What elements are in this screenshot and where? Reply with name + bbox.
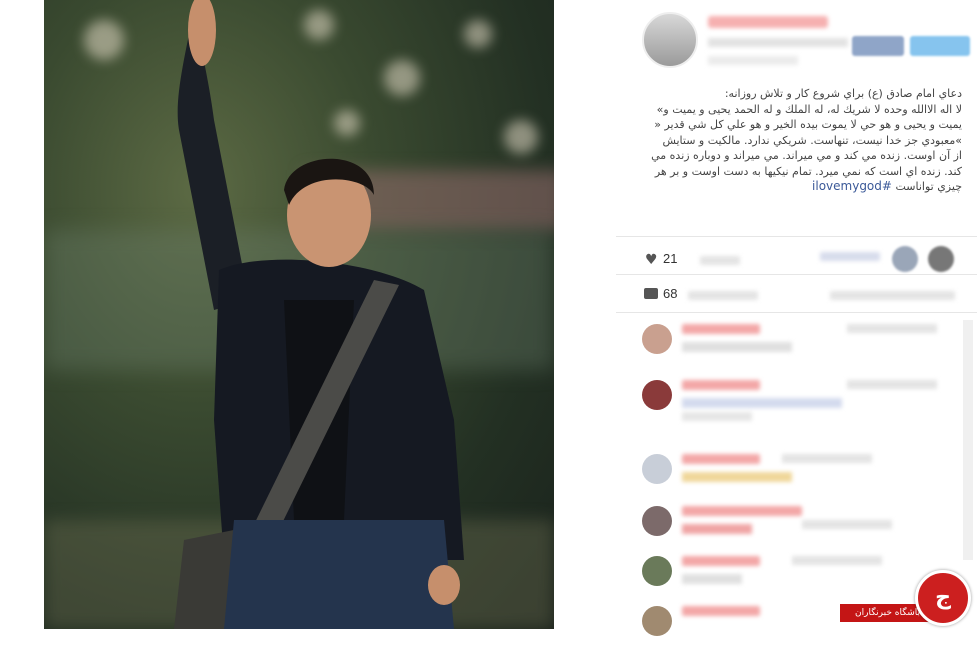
- commenter-avatar[interactable]: [642, 380, 672, 410]
- commenter-name[interactable]: [682, 556, 760, 566]
- post-sidebar: دعاي امام صادق (ع) براي شروع كار و تلاش …: [616, 0, 977, 636]
- divider: [616, 312, 977, 313]
- comment-item: [642, 502, 962, 552]
- likes-label: [700, 256, 740, 265]
- comment-time: [847, 380, 937, 389]
- comment-time: [847, 324, 937, 333]
- liker-avatar[interactable]: [892, 246, 918, 272]
- news-logo: باشگاه خبرنگاران ج: [840, 568, 977, 629]
- comment-time: [792, 556, 882, 565]
- comments-count: 68: [663, 286, 678, 301]
- caption-line: لا اله الاالله وحده لا شريك له، له الملك…: [656, 102, 962, 116]
- caption-line: كند. زنده اي است كه نمي ميرد. تمام نيكيه…: [654, 164, 962, 178]
- divider: [616, 274, 977, 275]
- commenter-avatar[interactable]: [642, 324, 672, 354]
- comment-text: [682, 412, 752, 421]
- commenter-name[interactable]: [682, 606, 760, 616]
- twitter-share-button[interactable]: [910, 36, 970, 56]
- caption-line: »معبودي جز خدا نيست، تنهاست. شريكي ندارد…: [662, 133, 962, 147]
- commenter-name[interactable]: [682, 454, 760, 464]
- comment-icon[interactable]: [644, 288, 658, 299]
- liker-names[interactable]: [820, 252, 880, 261]
- likes-count: 21: [663, 251, 678, 266]
- heart-icon[interactable]: ♥: [645, 252, 658, 268]
- comment-text: [682, 342, 792, 352]
- commenter-avatar[interactable]: [642, 606, 672, 636]
- caption-line: از آن اوست. زنده مي كند و مي ميراند. مي …: [651, 149, 962, 162]
- post-date: [708, 38, 848, 47]
- comment-text: [682, 524, 752, 534]
- comment-time: [782, 454, 872, 463]
- comment-time: [802, 520, 892, 529]
- commenter-avatar[interactable]: [642, 506, 672, 536]
- commenter-name[interactable]: [682, 506, 802, 516]
- comment-text: [682, 574, 742, 584]
- caption-line: دعاي امام صادق (ع) براي شروع كار و تلاش …: [724, 87, 962, 100]
- commenter-name[interactable]: [682, 380, 760, 390]
- author-username[interactable]: [708, 16, 828, 28]
- comment-item: [642, 376, 962, 426]
- liker-avatar[interactable]: [928, 246, 954, 272]
- comment-item: [642, 320, 962, 370]
- logo-icon: ج: [915, 570, 971, 626]
- commenter-name[interactable]: [682, 324, 760, 334]
- scrollbar[interactable]: [963, 320, 973, 560]
- comment-item: [642, 450, 962, 500]
- author-avatar[interactable]: [642, 12, 698, 68]
- person-figure: [174, 0, 464, 629]
- comment-text: [682, 398, 842, 408]
- show-all-comments-link[interactable]: [830, 291, 955, 300]
- commenter-avatar[interactable]: [642, 454, 672, 484]
- caption-line-end: چيزي تواناست: [895, 180, 962, 193]
- comment-text: [682, 472, 792, 482]
- divider: [616, 236, 977, 237]
- comments-label: [688, 291, 758, 300]
- post-location: [708, 56, 798, 65]
- caption-line: يميت و يحيى و هو حي لا يموت بيده الخير و…: [654, 118, 962, 131]
- commenter-avatar[interactable]: [642, 556, 672, 586]
- post-photo: [44, 0, 554, 629]
- hashtag-link[interactable]: #ilovemygod: [812, 179, 892, 193]
- post-caption: دعاي امام صادق (ع) براي شروع كار و تلاش …: [640, 86, 962, 195]
- caption-line: چيزي تواناست #ilovemygod: [640, 179, 962, 195]
- facebook-share-button[interactable]: [852, 36, 904, 56]
